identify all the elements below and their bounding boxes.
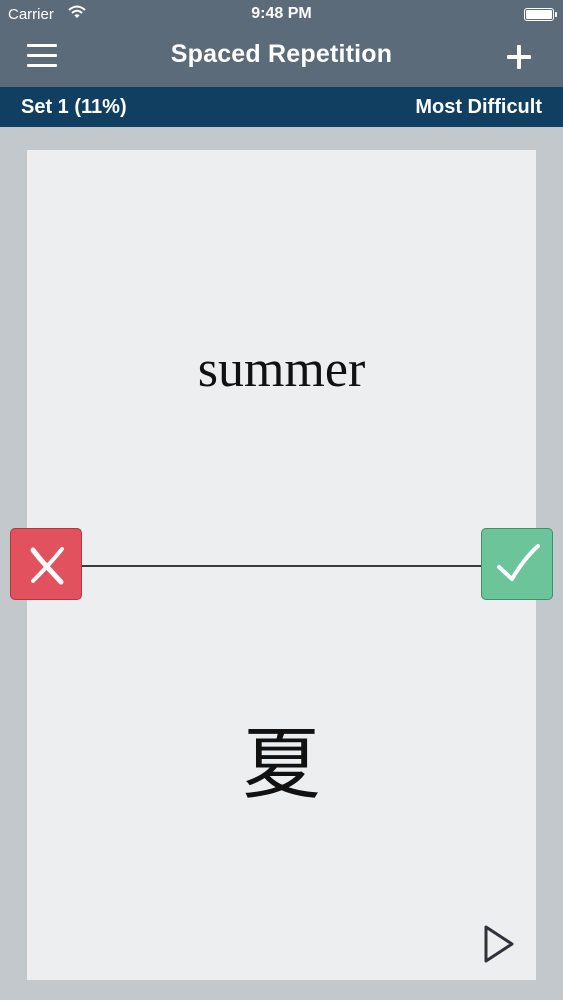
mark-wrong-button[interactable] [10, 528, 82, 600]
plus-icon[interactable] [502, 40, 536, 74]
card-divider [80, 565, 482, 567]
set-progress-bar: Set 1 (11%) Most Difficult [0, 87, 563, 127]
play-icon[interactable] [480, 922, 518, 966]
x-mark-icon [30, 547, 64, 585]
card-back-text: 夏 [242, 720, 321, 810]
set-progress-label: Set 1 (11%) [21, 96, 127, 118]
sort-mode-button[interactable]: Most Difficult [415, 96, 542, 119]
mark-correct-button[interactable] [481, 528, 553, 600]
checkmark-icon [497, 544, 540, 581]
page-title: Spaced Repetition [170, 40, 393, 68]
status-bar: Carrier 9:48 PM [0, 0, 563, 30]
card-front-text: summer [197, 341, 366, 398]
clock-time: 9:48 PM [251, 5, 312, 22]
battery-icon [524, 8, 557, 21]
app-header: Carrier 9:48 PM Spaced Repetition [0, 0, 563, 87]
